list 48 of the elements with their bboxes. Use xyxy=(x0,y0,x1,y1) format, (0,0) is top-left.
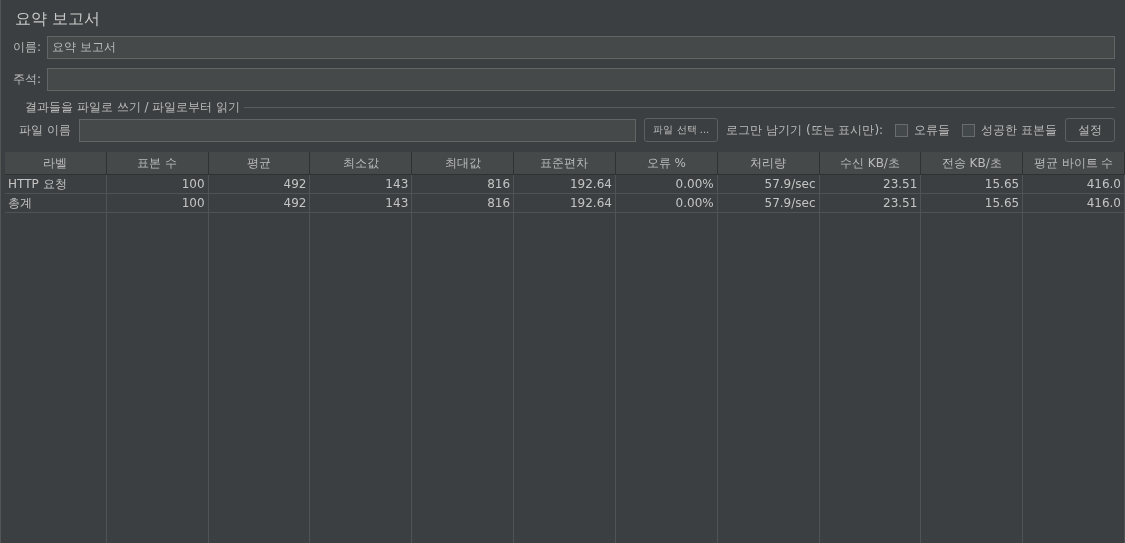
table-cell: 416.0 xyxy=(1023,175,1125,194)
checkbox-label: 오류들 xyxy=(914,121,951,139)
column-header[interactable]: 최소값 xyxy=(310,152,413,175)
table-cell: 57.9/sec xyxy=(717,194,820,213)
table-cell: 100 xyxy=(106,194,209,213)
table-cell: 143 xyxy=(310,175,413,194)
table-cell: 23.51 xyxy=(819,194,922,213)
filename-label: 파일 이름 xyxy=(19,121,71,139)
log-only-label: 로그만 남기기 (또는 표시만): xyxy=(726,121,884,139)
table-cell: 816 xyxy=(412,175,515,194)
column-header[interactable]: 오류 % xyxy=(615,152,718,175)
checkbox[interactable] xyxy=(962,123,976,137)
table-cell: 143 xyxy=(310,194,413,213)
comment-label: 주석: xyxy=(13,71,42,88)
column-header[interactable]: 수신 KB/초 xyxy=(819,152,922,175)
column-header[interactable]: 표본 수 xyxy=(106,152,209,175)
table-cell: 23.51 xyxy=(819,175,922,194)
column-header[interactable]: 라벨 xyxy=(5,152,107,175)
table-cell: 492 xyxy=(208,194,311,213)
checkbox-label: 성공한 표본들 xyxy=(981,121,1057,139)
table-cell: 57.9/sec xyxy=(717,175,820,194)
column-header[interactable]: 평균 바이트 수 xyxy=(1023,152,1125,175)
column-header[interactable]: 표준편차 xyxy=(514,152,616,175)
settings-button[interactable]: 설정 xyxy=(1065,118,1115,142)
group-title: 결과들을 파일로 쓰기 / 파일로부터 읽기 xyxy=(25,99,241,116)
table-cell: 816 xyxy=(412,194,515,213)
table-cell: 총계 xyxy=(5,194,107,213)
browse-button[interactable]: 파일 선택 ... xyxy=(644,118,719,142)
filename-field[interactable] xyxy=(78,118,637,142)
checkbox[interactable] xyxy=(895,123,909,137)
table-cell: 100 xyxy=(106,175,209,194)
column-header[interactable]: 평균 xyxy=(208,152,311,175)
comment-field[interactable] xyxy=(47,68,1115,91)
table-cell: 192.64 xyxy=(514,194,616,213)
table-cell: 416.0 xyxy=(1023,194,1125,213)
table-cell: 0.00% xyxy=(615,194,718,213)
name-label: 이름: xyxy=(13,39,42,56)
table-cell: 15.65 xyxy=(921,194,1024,213)
panel-title: 요약 보고서 xyxy=(15,8,102,30)
table-cell: 15.65 xyxy=(921,175,1024,194)
table-cell: 0.00% xyxy=(615,175,718,194)
table-cell: 492 xyxy=(208,175,311,194)
name-field[interactable]: 요약 보고서 xyxy=(47,36,1115,59)
column-header[interactable]: 최대값 xyxy=(412,152,515,175)
table-cell: HTTP 요청 xyxy=(5,175,107,194)
table-cell: 192.64 xyxy=(514,175,616,194)
column-header[interactable]: 전송 KB/초 xyxy=(921,152,1024,175)
column-header[interactable]: 처리량 xyxy=(717,152,820,175)
